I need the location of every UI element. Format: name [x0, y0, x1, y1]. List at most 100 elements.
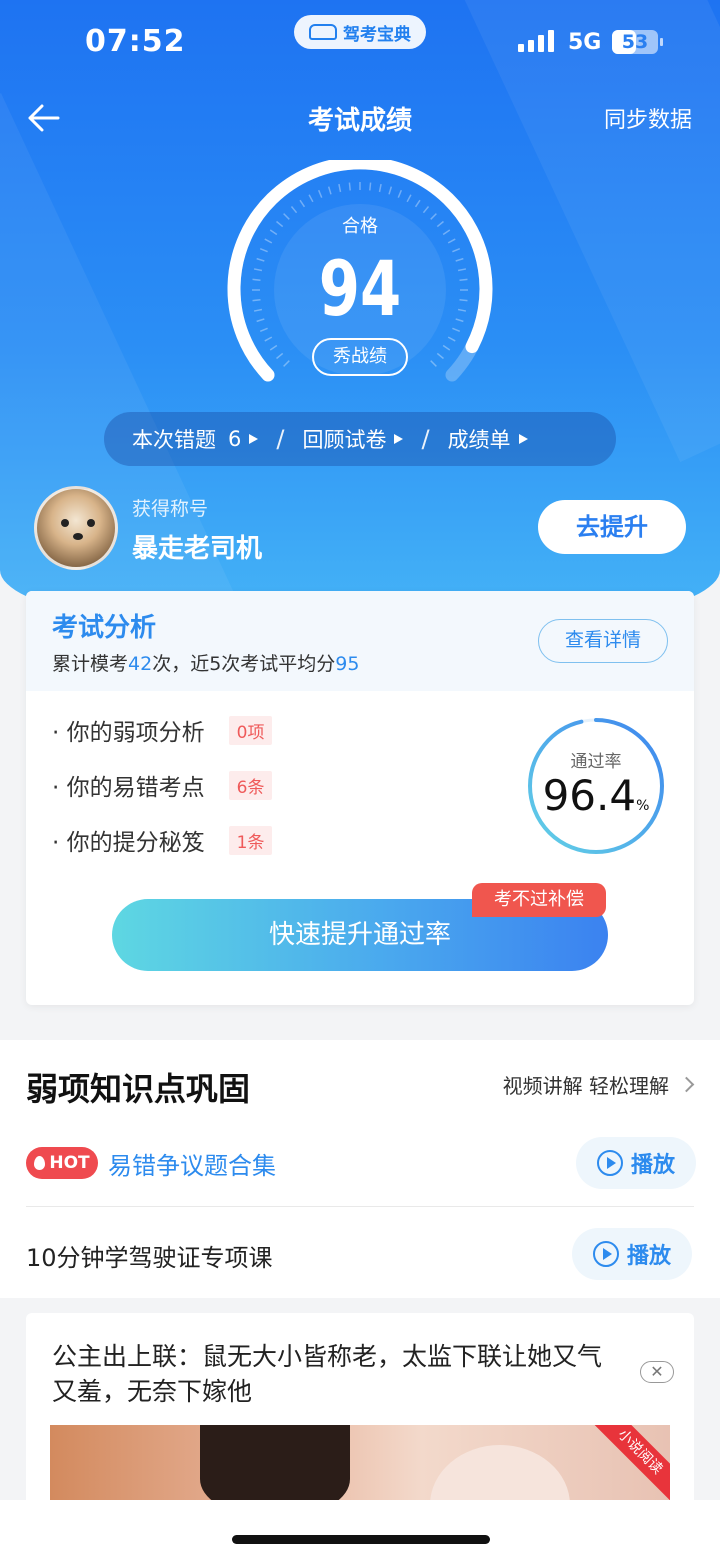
gauge-tick	[264, 336, 273, 342]
title-label: 获得称号	[132, 498, 209, 520]
nav-bar: 考试成绩 同步数据	[0, 90, 720, 146]
weakness-row[interactable]: · 你的弱项分析 0项	[52, 713, 273, 747]
flame-icon	[34, 1156, 46, 1170]
gauge-tick	[327, 186, 332, 195]
car-icon	[309, 24, 337, 40]
hot-label: HOT	[49, 1153, 90, 1173]
play-label: 播放	[626, 1244, 671, 1269]
count-badge: 0项	[228, 715, 273, 745]
exam-analysis-card: 考试分析 累计模考42次，近5次考试平均分95 查看详情 · 你的弱项分析 0项…	[26, 591, 694, 1005]
view-details-button[interactable]: 查看详情	[538, 619, 668, 663]
chevron-right-icon	[678, 1076, 695, 1093]
gauge-tick	[348, 182, 351, 191]
compensation-badge: 考不过补偿	[472, 883, 606, 917]
gauge-tick	[430, 360, 437, 367]
video-explain-link[interactable]: 视频讲解 轻松理解	[502, 1070, 695, 1099]
course-title[interactable]: 10分钟学驾驶证专项课	[26, 1238, 273, 1273]
play-button[interactable]: 播放	[576, 1137, 696, 1189]
pass-rate-label: 通过率	[570, 752, 622, 772]
battery-tip	[660, 38, 663, 46]
status-time: 07:52	[85, 24, 186, 59]
summary-mid: 次，近5次考试平均分	[152, 653, 336, 675]
gauge-tick	[317, 189, 323, 198]
avg-score: 95	[335, 653, 360, 675]
play-icon	[596, 1150, 623, 1176]
score-value: 94	[318, 244, 402, 333]
app-name: 驾考宝典	[343, 24, 411, 45]
signal-icon	[518, 30, 554, 52]
exam-count: 42	[128, 653, 153, 675]
pass-rate-number: 96.4	[542, 771, 637, 820]
play-icon	[592, 1241, 619, 1267]
title-value: 暴走老司机	[132, 534, 263, 564]
gauge-tick	[442, 344, 451, 351]
gauge-tick	[388, 186, 393, 195]
gauge-tick	[369, 182, 372, 191]
status-bar: 07:52 驾考宝典 5G 53	[0, 0, 720, 86]
avatar-eye	[61, 519, 69, 527]
gauge-tick	[276, 352, 284, 360]
exam-summary: 累计模考42次，近5次考试平均分95	[52, 649, 359, 676]
close-icon[interactable]: ✕	[640, 1361, 674, 1383]
avatar-nose	[73, 533, 83, 540]
row-label: · 你的弱项分析	[52, 720, 205, 746]
result-links: 本次错题 6 / 回顾试卷 / 成绩单	[104, 412, 616, 466]
score-status: 合格	[342, 216, 378, 237]
section-title: 弱项知识点巩固	[26, 1070, 251, 1108]
count-badge: 1条	[228, 825, 273, 855]
wrong-questions-label: 本次错题	[132, 428, 216, 452]
gauge-tick	[414, 199, 421, 208]
gauge-tick	[406, 194, 412, 203]
gauge-tick	[436, 352, 444, 360]
sync-data-button[interactable]: 同步数据	[604, 102, 692, 134]
app-indicator[interactable]: 驾考宝典	[294, 15, 426, 49]
home-indicator[interactable]	[232, 1535, 490, 1544]
share-score-button[interactable]: 秀战绩	[312, 338, 408, 376]
gauge-tick	[269, 344, 278, 351]
summary-prefix: 累计模考	[52, 653, 129, 675]
divider: /	[276, 425, 285, 453]
gauge-tick	[378, 183, 382, 193]
improve-button[interactable]: 去提升	[538, 500, 686, 554]
gauge-tick	[447, 336, 456, 342]
play-button[interactable]: 播放	[572, 1228, 692, 1280]
count-badge: 6条	[228, 770, 273, 800]
course-title[interactable]: 易错争议题合集	[108, 1146, 276, 1181]
row-label: · 你的易错考点	[52, 775, 205, 801]
divider: /	[421, 425, 430, 453]
card-title: 考试分析	[52, 613, 157, 643]
score-report-label: 成绩单	[447, 428, 511, 452]
ad-card[interactable]: 公主出上联：鼠无大小皆称老，太监下联让她又气又羞，无奈下嫁他 ✕ 小说阅读	[26, 1313, 694, 1513]
avatar-eye	[87, 519, 95, 527]
gauge-tick	[447, 238, 456, 244]
more-label: 视频讲解 轻松理解	[502, 1074, 669, 1098]
divider	[26, 1206, 694, 1207]
wrong-questions-count: 6	[228, 427, 242, 451]
hot-badge: HOT	[26, 1147, 98, 1179]
gauge-tick	[397, 189, 403, 198]
triangle-right-icon	[518, 434, 528, 444]
gauge-tick	[264, 238, 273, 244]
avatar[interactable]	[34, 486, 118, 570]
score-report-link[interactable]: 成绩单	[448, 424, 528, 454]
triangle-right-icon	[394, 434, 404, 444]
review-paper-label: 回顾试卷	[302, 428, 387, 452]
card-header: 考试分析 累计模考42次，近5次考试平均分95 查看详情	[26, 591, 694, 691]
network-type: 5G	[568, 30, 602, 55]
ad-headline[interactable]: 公主出上联：鼠无大小皆称老，太监下联让她又气又羞，无奈下嫁他	[52, 1339, 612, 1409]
gauge-tick	[299, 199, 306, 208]
gauge-tick	[338, 183, 342, 193]
gauge-tick	[308, 194, 314, 203]
wrong-questions-link[interactable]: 本次错题 6	[132, 424, 259, 454]
error-prone-row[interactable]: · 你的易错考点 6条	[52, 768, 273, 802]
ad-ribbon: 小说阅读	[588, 1425, 670, 1504]
gauge-tick	[283, 360, 290, 367]
battery-level: 53	[621, 31, 649, 53]
pass-rate-unit: %	[636, 798, 650, 814]
row-label: · 你的提分秘笈	[52, 830, 205, 856]
pass-rate-value: 96.4%	[526, 771, 666, 820]
review-paper-link[interactable]: 回顾试卷	[302, 424, 404, 454]
home-indicator-area	[0, 1500, 720, 1558]
tips-row[interactable]: · 你的提分秘笈 1条	[52, 823, 273, 857]
battery-icon: 53	[612, 30, 663, 54]
